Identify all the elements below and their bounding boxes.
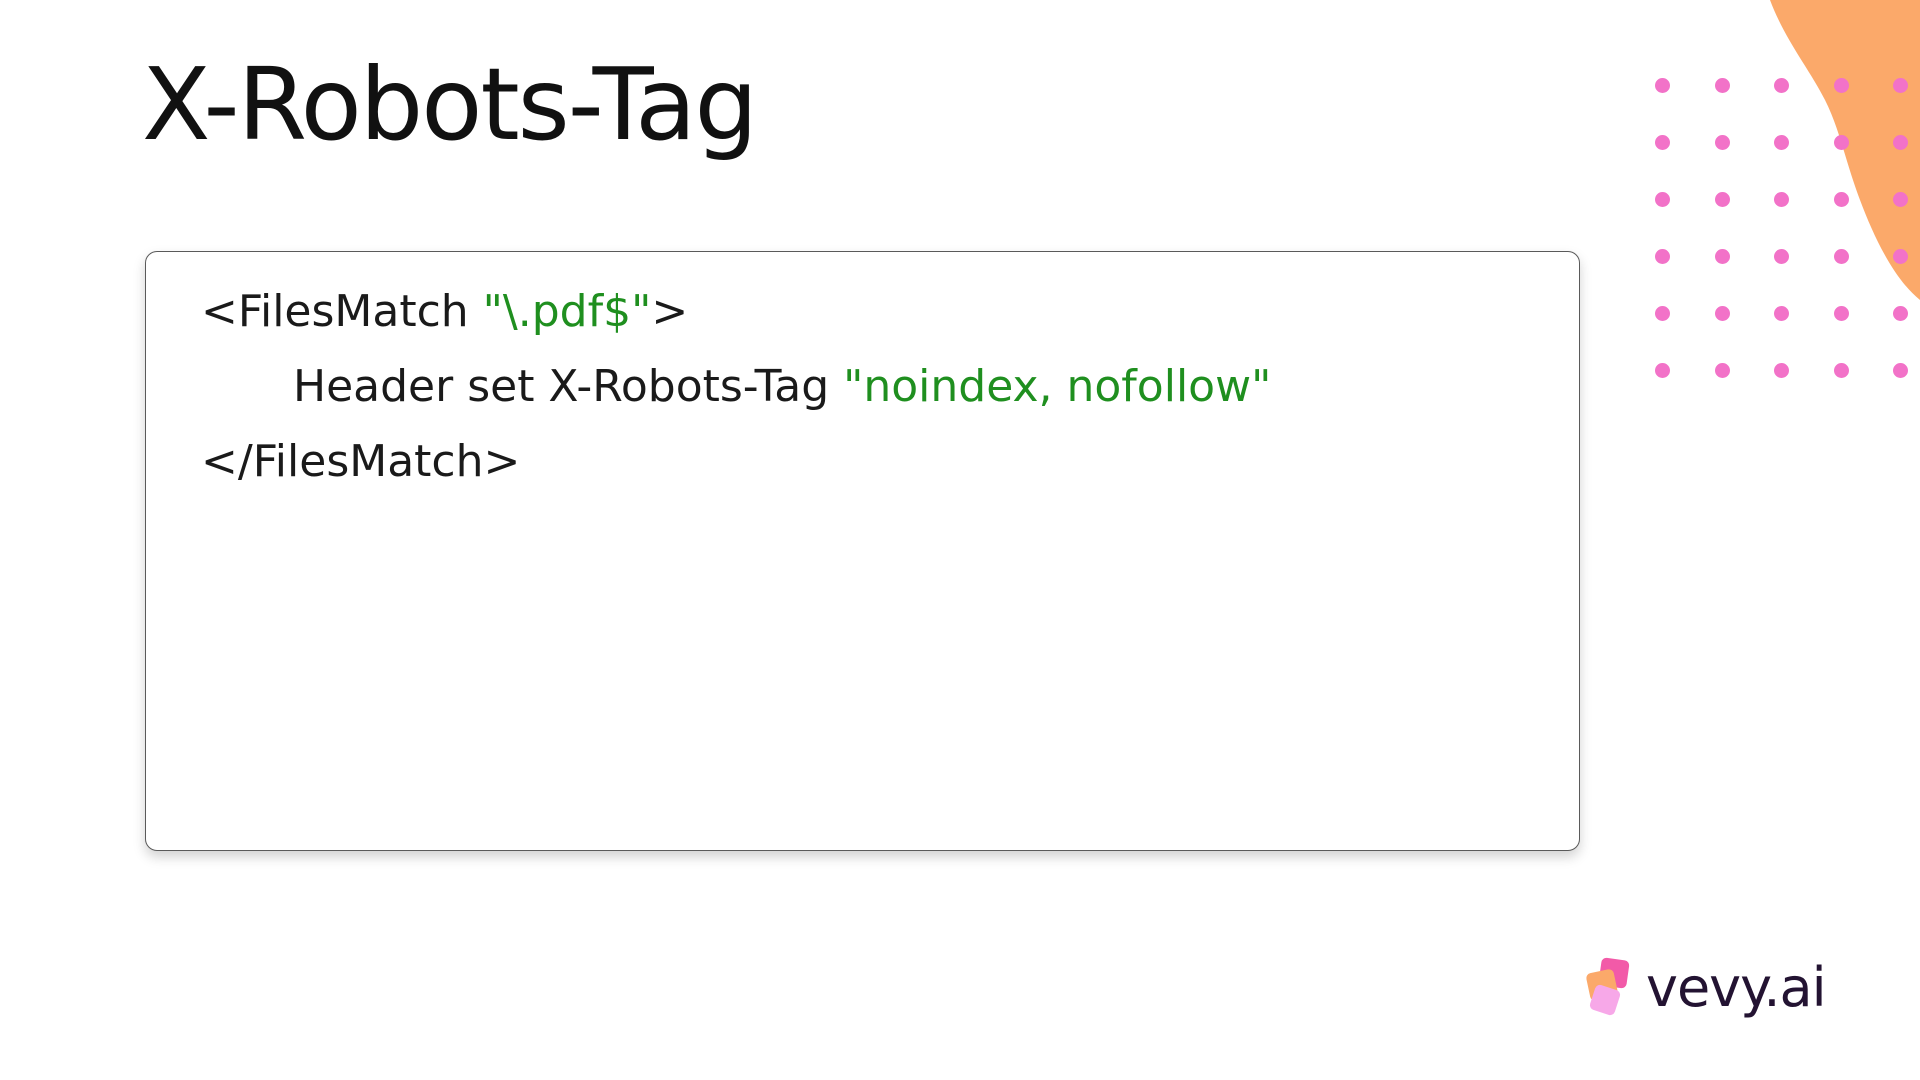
vevy-logo: vevy.ai xyxy=(1580,955,1827,1020)
dot-grid-decoration xyxy=(1655,78,1920,378)
decor-dot xyxy=(1833,363,1849,378)
decor-dot xyxy=(1655,78,1670,93)
vevy-logo-icon xyxy=(1586,957,1630,1015)
decor-dot xyxy=(1714,78,1730,93)
code-string-value: "noindex, nofollow" xyxy=(843,361,1272,412)
decor-dot xyxy=(1833,306,1849,321)
decor-dot xyxy=(1893,192,1908,207)
decor-dot xyxy=(1833,192,1849,207)
code-string-pattern: "\.pdf$" xyxy=(482,286,652,337)
code-tag-open: <FilesMatch xyxy=(201,286,483,337)
decor-dot xyxy=(1774,192,1789,207)
decor-dot xyxy=(1655,306,1670,321)
decor-dot xyxy=(1893,249,1908,264)
decor-dot xyxy=(1714,249,1730,264)
decor-dot xyxy=(1774,135,1789,150)
code-directive: Header set X-Robots-Tag xyxy=(293,361,844,412)
decor-dot xyxy=(1774,249,1789,264)
decor-dot xyxy=(1893,363,1908,378)
logo-wordmark: vevy.ai xyxy=(1646,955,1827,1019)
decor-dot xyxy=(1714,306,1730,321)
decor-dot xyxy=(1893,78,1908,93)
code-line-filesmatch-open: <FilesMatch "\.pdf$"> xyxy=(201,290,688,334)
decor-dot xyxy=(1833,249,1849,264)
decor-dot xyxy=(1893,135,1908,150)
decor-dot xyxy=(1655,192,1670,207)
decor-dot xyxy=(1714,192,1730,207)
code-line-filesmatch-close: </FilesMatch> xyxy=(201,440,520,484)
decor-dot xyxy=(1774,78,1789,93)
slide-title: X-Robots-Tag xyxy=(142,46,758,163)
decor-dot xyxy=(1833,78,1849,93)
decor-dot xyxy=(1774,363,1789,378)
decor-dot xyxy=(1714,363,1730,378)
code-tag-end: </FilesMatch> xyxy=(201,436,521,487)
decor-dot xyxy=(1655,249,1670,264)
code-panel: <FilesMatch "\.pdf$"> Header set X-Robot… xyxy=(145,251,1580,851)
decor-dot xyxy=(1774,306,1789,321)
decor-dot xyxy=(1655,135,1670,150)
decor-dot xyxy=(1833,135,1849,150)
decor-dot xyxy=(1893,306,1908,321)
code-line-header-set: Header set X-Robots-Tag "noindex, nofoll… xyxy=(293,365,1271,409)
code-tag-close: > xyxy=(651,286,689,337)
decor-dot xyxy=(1655,363,1670,378)
decor-dot xyxy=(1714,135,1730,150)
